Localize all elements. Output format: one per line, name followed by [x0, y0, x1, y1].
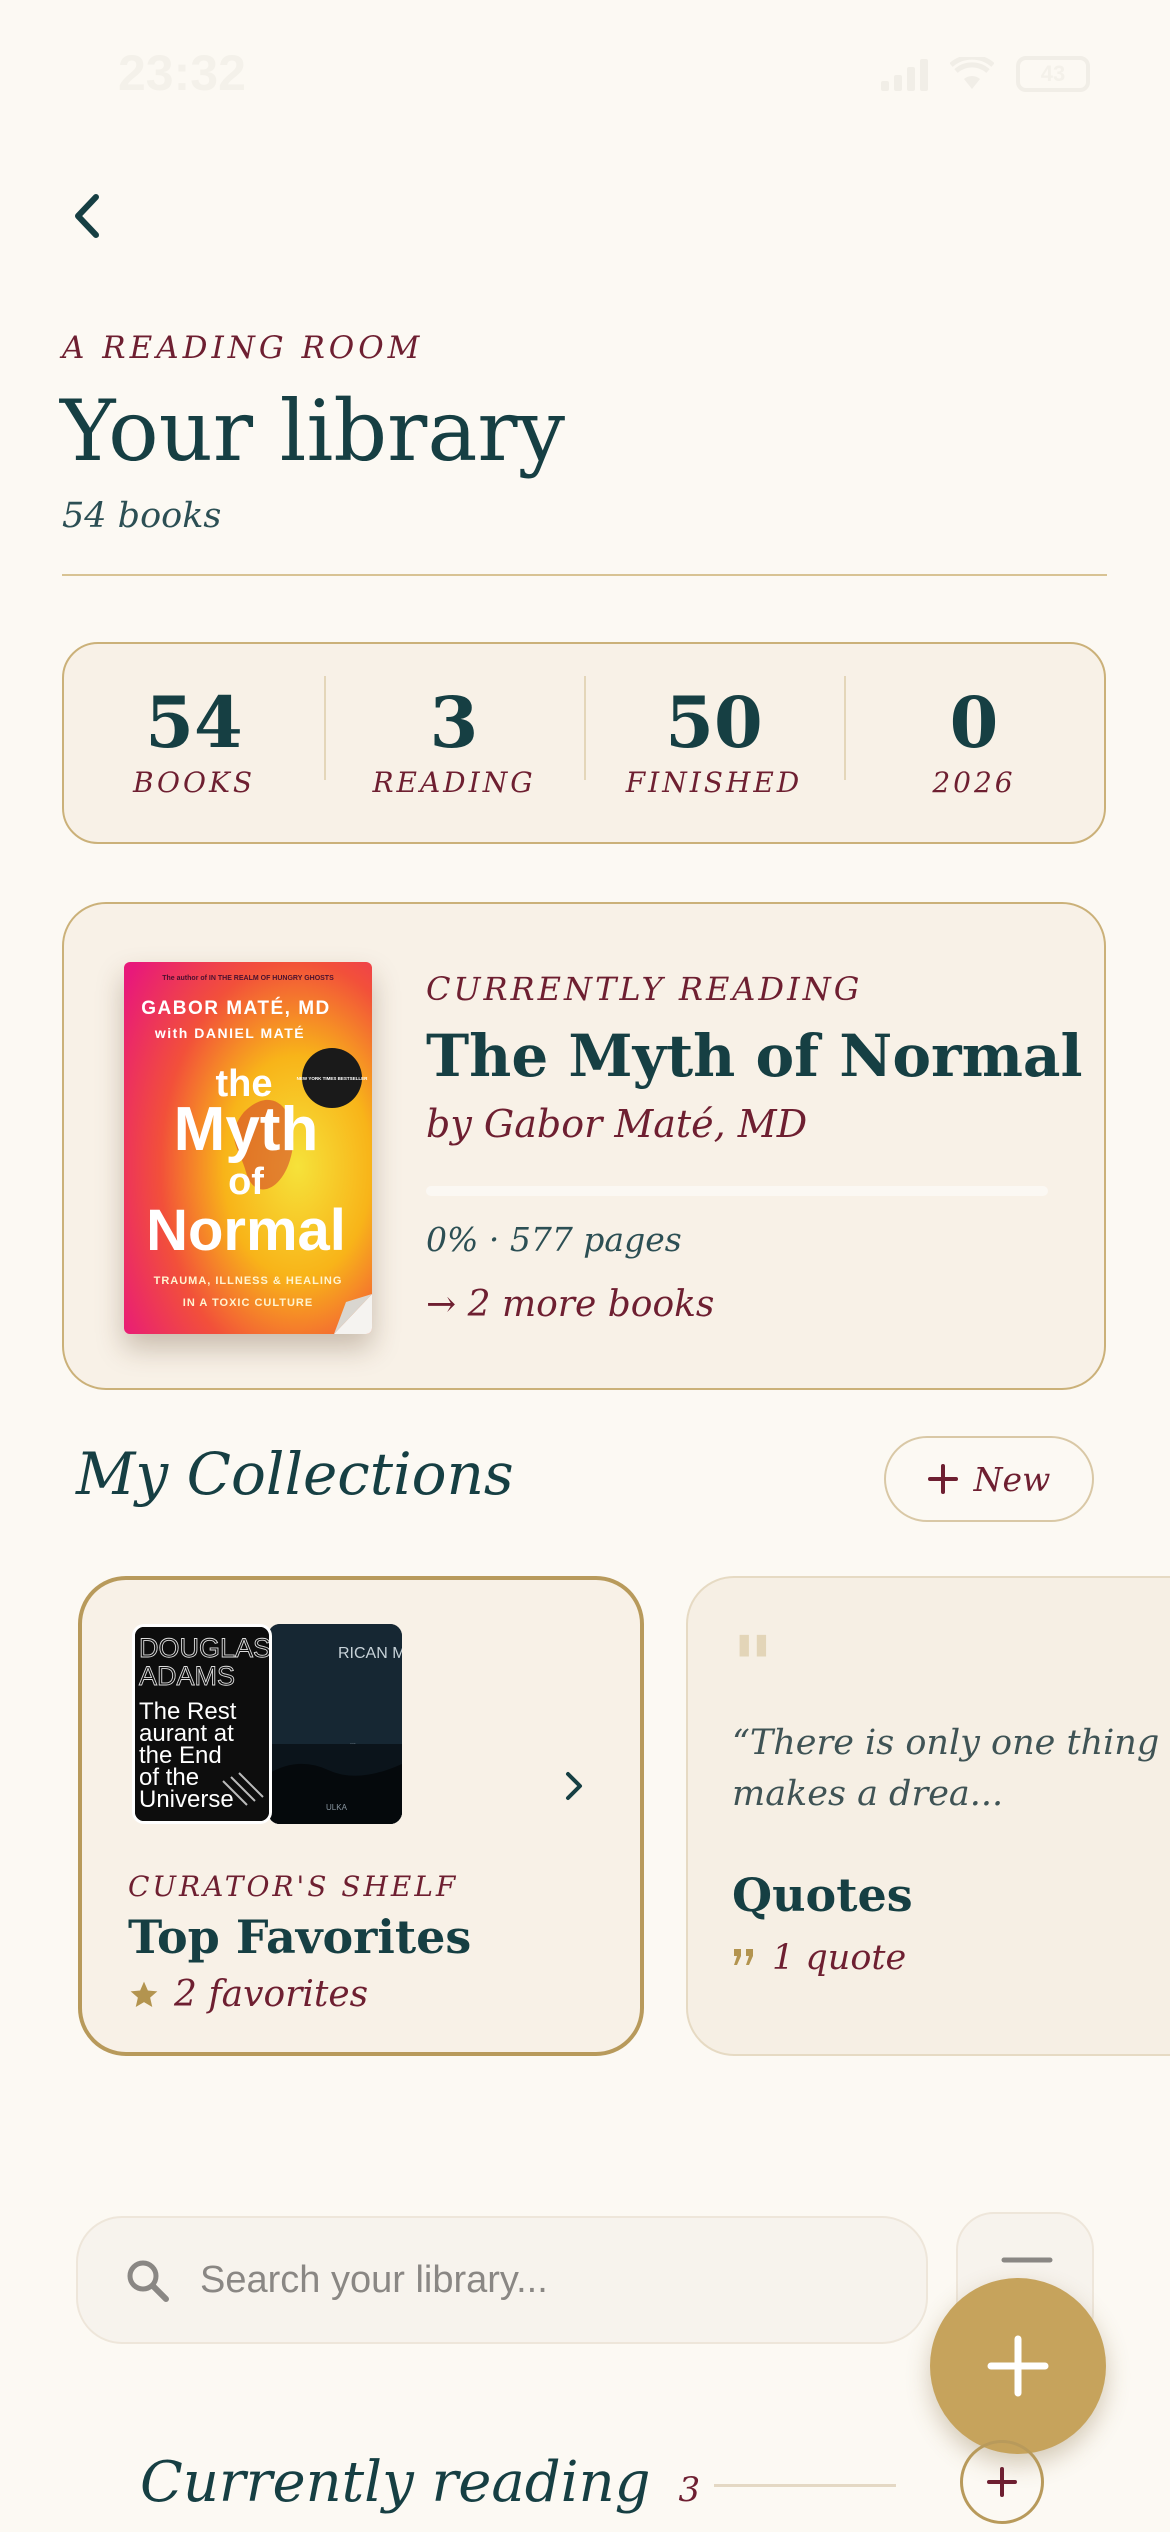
- current-book-author: by Gabor Maté, MD: [426, 1102, 808, 1146]
- cover-author: GABOR MATÉ, MD: [141, 997, 331, 1019]
- collection-title: Quotes: [732, 1868, 913, 1922]
- stat-label: READING: [372, 765, 536, 799]
- cover-normal: Normal: [146, 1198, 346, 1263]
- current-book-title[interactable]: The Myth of Normal: [426, 1022, 1083, 1090]
- stat-value: 50: [665, 680, 763, 764]
- stat-value: 3: [429, 680, 479, 764]
- book-count: 54 books: [62, 496, 222, 536]
- collections-heading: My Collections: [76, 1440, 514, 1508]
- add-currently-reading-button[interactable]: [960, 2440, 1044, 2524]
- chevron-left-icon: [75, 194, 99, 238]
- cover-tagline-1: TRAUMA, ILLNESS & HEALING: [154, 1275, 343, 1287]
- book-cover[interactable]: The author of IN THE REALM OF HUNGRY GHO…: [124, 962, 372, 1334]
- section-divider: [714, 2484, 896, 2487]
- add-book-fab[interactable]: [930, 2278, 1106, 2454]
- back-button[interactable]: [60, 186, 114, 246]
- favorites-count: 2 favorites: [174, 1974, 369, 2015]
- stat-reading[interactable]: 3 READING: [324, 675, 584, 799]
- quote-icon: [734, 1949, 753, 1965]
- collection-subtitle: 2 favorites: [128, 1974, 368, 2015]
- currently-reading-card[interactable]: The author of IN THE REALM OF HUNGRY GHO…: [62, 902, 1106, 1390]
- cover-of: of: [228, 1161, 264, 1203]
- search-input[interactable]: [200, 2258, 900, 2302]
- stat-value: 54: [145, 680, 243, 764]
- collection-card-favorites[interactable]: RICAN MIC ... ULKA DOUGLASADAMS The Rest…: [78, 1576, 644, 2056]
- collection-eyebrow: CURATOR'S SHELF: [128, 1870, 459, 1903]
- stat-label: 2026: [932, 765, 1016, 799]
- status-icons: 43: [881, 56, 1090, 92]
- collection-book-cover-1: DOUGLAS ADAMS The Rest aurant at the End of …: [132, 1624, 272, 1824]
- collection-book-cover-2: RICAN MIC ... ULKA: [268, 1624, 402, 1824]
- plus-icon: [987, 2467, 1017, 2497]
- section-count: 3: [678, 2470, 701, 2510]
- more-books-link[interactable]: → 2 more books: [426, 1284, 714, 1325]
- star-icon: [130, 1981, 158, 2007]
- search-bar: [76, 2216, 928, 2344]
- chevron-right-icon[interactable]: [564, 1770, 584, 1806]
- stats-panel: 54 BOOKS 3 READING 50 FINISHED 0 2026: [62, 642, 1106, 844]
- book2-top-text: RICAN MIC: [338, 1645, 402, 1662]
- battery-icon: 43: [1016, 56, 1090, 92]
- cover-tagline-2: IN A TOXIC CULTURE: [183, 1297, 313, 1309]
- stat-label: BOOKS: [132, 765, 256, 799]
- new-button-label: New: [973, 1459, 1051, 1499]
- stat-finished[interactable]: 50 FINISHED: [584, 675, 844, 799]
- stat-books[interactable]: 54 BOOKS: [64, 680, 324, 799]
- divider: [62, 574, 1107, 576]
- cover-coauthor: with DANIEL MATÉ: [154, 1025, 305, 1041]
- book2-mid-text: ...: [350, 1739, 356, 1746]
- status-time: 23:32: [118, 45, 246, 101]
- cover-myth: Myth: [174, 1095, 319, 1164]
- new-collection-button[interactable]: New: [884, 1436, 1094, 1522]
- badge-text: NEW YORK TIMES BESTSELLER: [297, 1076, 368, 1081]
- currently-reading-heading: Currently reading 3: [140, 2450, 700, 2515]
- quote-mark-icon: ": [732, 1618, 774, 1712]
- page-title: Your library: [60, 382, 566, 480]
- stat-value: 0: [949, 680, 999, 764]
- current-book-meta: 0% · 577 pages: [426, 1220, 682, 1259]
- page-eyebrow: A READING ROOM: [62, 330, 424, 366]
- stat-label: FINISHED: [625, 765, 803, 799]
- quote-preview: “There is only one thing thatmakes a dre…: [732, 1723, 1170, 1814]
- plus-icon: [987, 2335, 1049, 2397]
- cellular-signal-icon: [881, 57, 928, 91]
- reading-progress-bar: [426, 1186, 1048, 1196]
- book-cover-art: The author of IN THE REALM OF HUNGRY GHO…: [124, 962, 372, 1334]
- cover-top-line: The author of IN THE REALM OF HUNGRY GHO…: [162, 975, 334, 982]
- collection-card-quotes[interactable]: " “There is only one thing thatmakes a d…: [686, 1576, 1170, 2056]
- stat-year[interactable]: 0 2026: [844, 675, 1104, 799]
- quotes-count: 1 quote: [772, 1938, 907, 1978]
- section-title: Currently reading: [140, 2450, 651, 2515]
- plus-icon: [927, 1464, 958, 1494]
- collection-subtitle: 1 quote: [732, 1938, 906, 1978]
- wifi-icon: [950, 57, 994, 89]
- collection-title: Top Favorites: [128, 1910, 472, 1964]
- current-eyebrow: CURRENTLY READING: [426, 970, 863, 1008]
- search-icon: [127, 2260, 169, 2302]
- book2-bottom-text: ULKA: [326, 1803, 348, 1812]
